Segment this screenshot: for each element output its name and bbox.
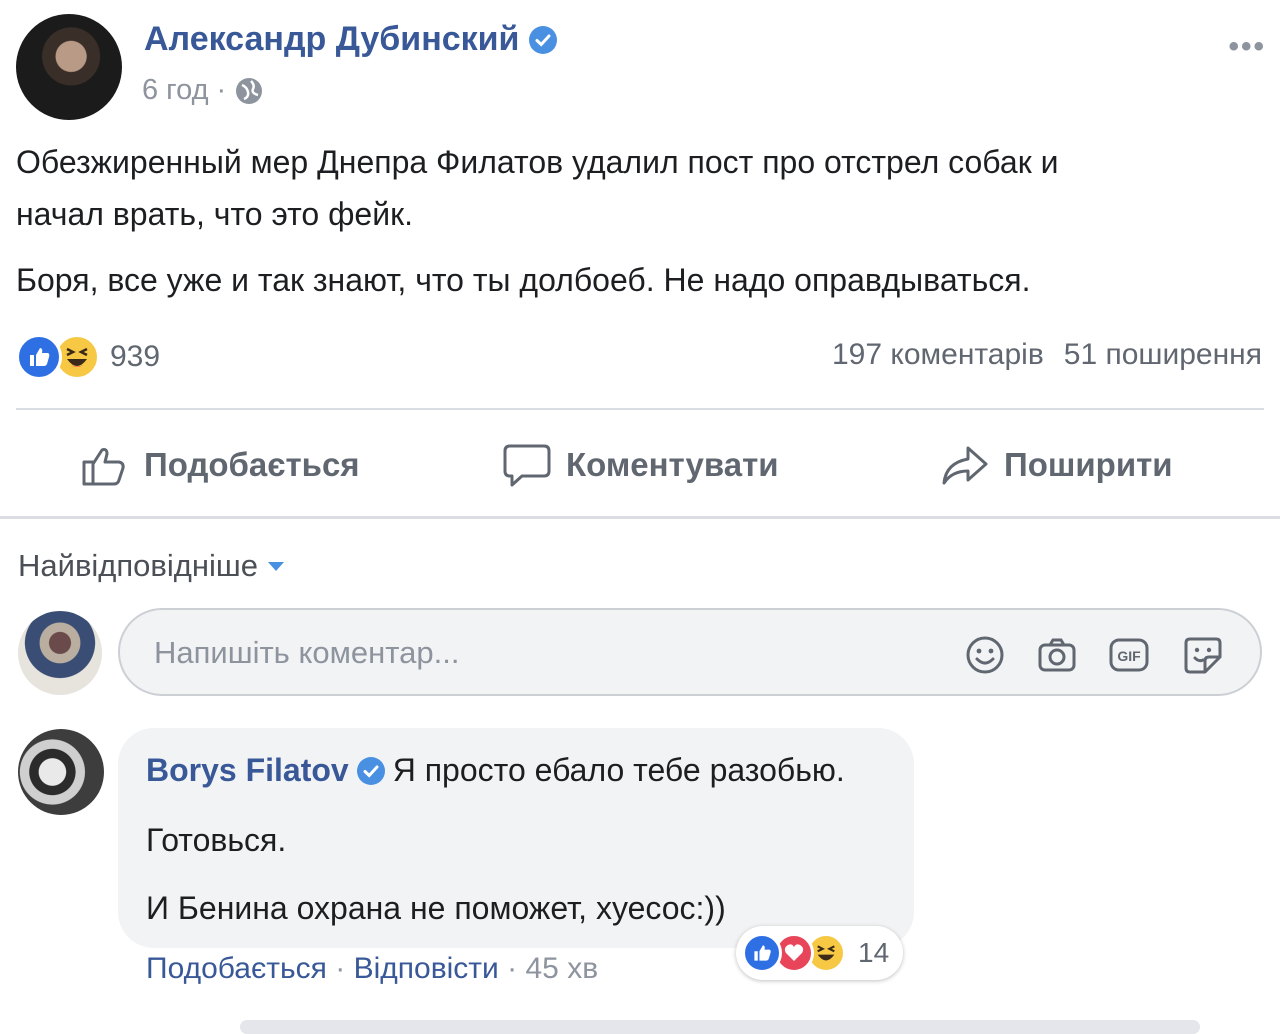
gif-label: GIF bbox=[1117, 648, 1141, 664]
action-separator: · bbox=[335, 952, 346, 985]
comment-actions: Подобається · Відповісти · 45 хв bbox=[146, 952, 598, 986]
author-avatar[interactable] bbox=[16, 14, 122, 120]
like-reaction-icon bbox=[16, 334, 62, 380]
speech-bubble-icon bbox=[503, 444, 551, 487]
comment-like-link[interactable]: Подобається bbox=[146, 952, 327, 985]
shares-count-link[interactable]: 51 поширення bbox=[1064, 338, 1262, 372]
share-button-label: Поширити bbox=[1004, 446, 1173, 483]
caret-down-icon bbox=[267, 561, 284, 571]
comment-reply-link[interactable]: Відповісти bbox=[354, 952, 499, 985]
current-user-avatar[interactable] bbox=[18, 611, 102, 695]
post-text-line: Обезжиренный мер Днепра Филатов удалил п… bbox=[16, 144, 1059, 180]
share-arrow-icon bbox=[942, 446, 988, 485]
comment-composer[interactable]: GIF bbox=[118, 608, 1262, 696]
comment-button-label: Коментувати bbox=[566, 446, 779, 483]
reaction-count: 939 bbox=[110, 340, 161, 373]
post-text-line: начал врать, что это фейк. bbox=[16, 196, 413, 232]
thumbs-up-icon bbox=[82, 448, 125, 486]
comment-reaction-summary[interactable]: 14 bbox=[736, 926, 904, 980]
verified-badge-icon bbox=[529, 25, 558, 54]
comment-author-name[interactable]: Borys Filatov bbox=[146, 752, 349, 789]
engagement-stats: 197 коментарів 51 поширення bbox=[832, 338, 1262, 372]
comment-reaction-count: 14 bbox=[858, 937, 890, 968]
section-separator bbox=[0, 516, 1280, 519]
like-reaction-icon bbox=[742, 933, 782, 973]
gif-icon[interactable]: GIF bbox=[1108, 634, 1150, 676]
like-button-label: Подобається bbox=[144, 446, 360, 483]
globe-icon bbox=[236, 77, 263, 104]
divider bbox=[16, 408, 1264, 410]
meta-separator: · bbox=[216, 74, 227, 106]
comment-text-line: Готовься. bbox=[146, 822, 287, 858]
post-author[interactable]: Александр Дубинский bbox=[144, 20, 558, 59]
comment-input[interactable] bbox=[152, 630, 916, 676]
comment-text-line: Я просто ебало тебе разобью. bbox=[392, 752, 845, 788]
post-meta: 6 год · bbox=[142, 74, 264, 107]
camera-icon[interactable] bbox=[1036, 634, 1078, 676]
action-separator: · bbox=[507, 952, 518, 985]
comment-text-line: И Бенина охрана не поможет, хуесос:)) bbox=[146, 890, 726, 926]
post-text-line: Боря, все уже и так знают, что ты долбое… bbox=[16, 262, 1031, 298]
comments-count-link[interactable]: 197 коментарів bbox=[832, 338, 1044, 372]
post-author-name[interactable]: Александр Дубинский bbox=[144, 20, 519, 59]
emoji-icon[interactable] bbox=[964, 634, 1006, 676]
comment-sort-dropdown[interactable]: Найвідповідніше bbox=[18, 548, 284, 584]
next-comment-placeholder bbox=[240, 1020, 1200, 1034]
like-button[interactable]: Подобається bbox=[80, 440, 360, 490]
sticker-icon[interactable] bbox=[1182, 634, 1224, 676]
reaction-summary[interactable]: 939 bbox=[16, 334, 160, 380]
post-time[interactable]: 6 год bbox=[142, 74, 209, 107]
sort-label: Найвідповідніше bbox=[18, 548, 258, 583]
commenter-avatar[interactable] bbox=[18, 729, 104, 815]
comment-time[interactable]: 45 хв bbox=[525, 952, 598, 985]
comment-first-line: Borys Filatov Я просто ебало тебе разобь… bbox=[146, 752, 845, 789]
more-options-icon[interactable]: ••• bbox=[1228, 30, 1266, 64]
verified-badge-icon bbox=[356, 756, 385, 785]
comment-bubble: Borys Filatov Я просто ебало тебе разобь… bbox=[118, 728, 914, 948]
share-button[interactable]: Поширити bbox=[940, 440, 1173, 490]
comment-button[interactable]: Коментувати bbox=[502, 440, 779, 490]
